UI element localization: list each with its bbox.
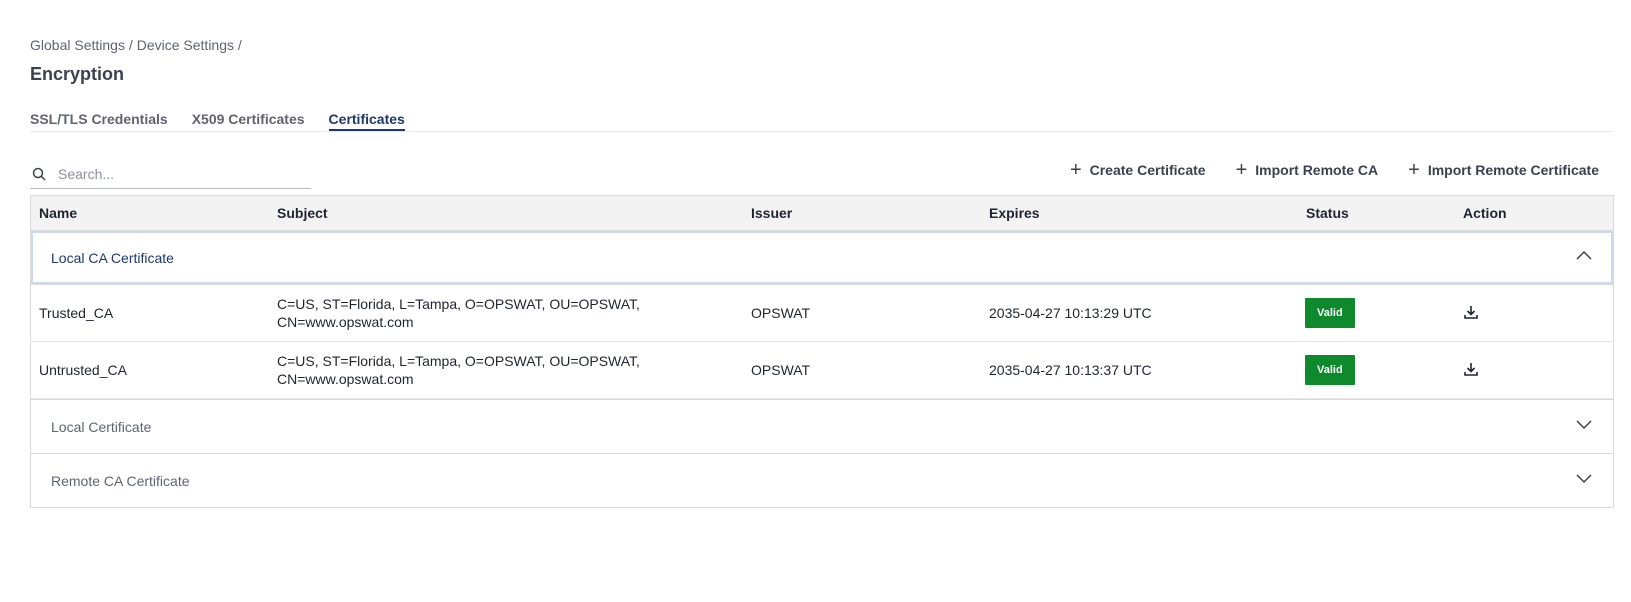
download-button[interactable] <box>1463 304 1479 323</box>
import-remote-certificate-button[interactable]: + Import Remote Certificate <box>1408 159 1599 181</box>
cell-name: Trusted_CA <box>39 305 114 321</box>
plus-icon: + <box>1069 159 1082 181</box>
cell-subject: C=US, ST=Florida, L=Tampa, O=OPSWAT, OU=… <box>277 295 667 331</box>
cell-issuer: OPSWAT <box>751 305 811 321</box>
import-remote-certificate-label: Import Remote Certificate <box>1427 162 1599 178</box>
plus-icon: + <box>1235 159 1248 181</box>
create-certificate-label: Create Certificate <box>1089 162 1206 178</box>
status-badge-cell: Valid <box>1305 355 1355 385</box>
subject-line: C=US, ST=Florida, L=Tampa, O=OPSWAT, OU=… <box>277 296 640 312</box>
chevron-down-icon[interactable] <box>1575 472 1593 484</box>
tab-ssl-tls-credentials[interactable]: SSL/TLS Credentials <box>30 108 168 131</box>
tab-bar: SSL/TLS Credentials X509 Certificates Ce… <box>30 108 1612 132</box>
tab-x509-certificates[interactable]: X509 Certificates <box>192 108 305 131</box>
search-icon <box>32 167 46 181</box>
search-box <box>30 160 311 189</box>
column-header-status[interactable]: Status <box>1306 205 1349 221</box>
cell-name: Untrusted_CA <box>39 362 127 378</box>
certificates-table: Name Subject Issuer Expires Status Actio… <box>30 195 1614 508</box>
table-row: Untrusted_CA C=US, ST=Florida, L=Tampa, … <box>31 342 1613 399</box>
import-remote-ca-button[interactable]: + Import Remote CA <box>1235 159 1379 181</box>
import-remote-ca-label: Import Remote CA <box>1255 162 1379 178</box>
plus-icon: + <box>1408 159 1420 181</box>
cell-issuer: OPSWAT <box>751 362 811 378</box>
chevron-down-icon[interactable] <box>1575 418 1593 430</box>
column-header-subject[interactable]: Subject <box>277 205 328 221</box>
group-remote-ca-certificate[interactable]: Remote CA Certificate <box>31 454 1613 507</box>
cell-expires: 2035-04-27 10:13:29 UTC <box>989 305 1152 321</box>
subject-line: CN=www.opswat.com <box>277 314 414 330</box>
breadcrumb-global-settings[interactable]: Global Settings / <box>30 37 133 53</box>
toolbar-actions: + Create Certificate + Import Remote CA … <box>1069 159 1599 181</box>
cell-expires: 2035-04-27 10:13:37 UTC <box>989 362 1152 378</box>
subject-line: CN=www.opswat.com <box>277 371 414 387</box>
chevron-up-icon[interactable] <box>1575 249 1593 261</box>
create-certificate-button[interactable]: + Create Certificate <box>1069 159 1206 181</box>
group-label: Local CA Certificate <box>51 249 174 266</box>
download-icon <box>1464 305 1478 319</box>
download-icon <box>1464 362 1478 376</box>
group-label: Remote CA Certificate <box>51 472 190 489</box>
status-badge-cell: Valid <box>1305 298 1355 328</box>
column-header-name[interactable]: Name <box>39 205 77 221</box>
status-badge: Valid <box>1305 355 1355 385</box>
column-header-action: Action <box>1463 205 1507 221</box>
table-header: Name Subject Issuer Expires Status Actio… <box>31 196 1613 231</box>
download-button[interactable] <box>1463 361 1479 380</box>
group-label: Local Certificate <box>51 418 152 435</box>
cell-subject: C=US, ST=Florida, L=Tampa, O=OPSWAT, OU=… <box>277 352 667 388</box>
page-title: Encryption <box>30 64 125 84</box>
tab-certificates[interactable]: Certificates <box>328 108 405 131</box>
table-row: Trusted_CA C=US, ST=Florida, L=Tampa, O=… <box>31 285 1613 342</box>
breadcrumb: Global Settings / Device Settings / <box>30 37 242 53</box>
status-badge: Valid <box>1305 298 1355 328</box>
breadcrumb-device-settings[interactable]: Device Settings / <box>137 37 242 53</box>
column-header-expires[interactable]: Expires <box>989 205 1040 221</box>
group-local-ca-certificate[interactable]: Local CA Certificate <box>31 231 1613 285</box>
subject-line: C=US, ST=Florida, L=Tampa, O=OPSWAT, OU=… <box>277 353 640 369</box>
search-input[interactable] <box>56 165 290 183</box>
group-local-certificate[interactable]: Local Certificate <box>31 399 1613 454</box>
column-header-issuer[interactable]: Issuer <box>751 205 792 221</box>
